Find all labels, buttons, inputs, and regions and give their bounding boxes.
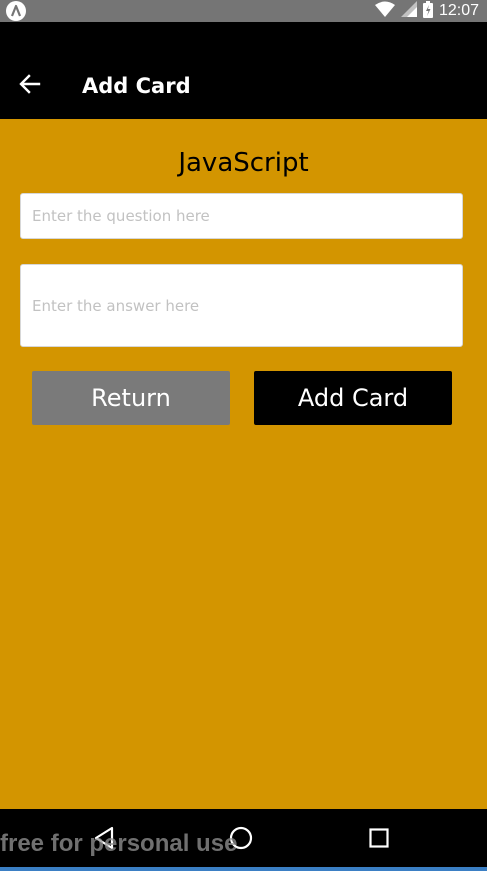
app-bar: Add Card <box>0 22 487 119</box>
return-button-label: Return <box>91 384 171 412</box>
wifi-icon <box>374 1 395 21</box>
watermark: free for personal use <box>0 830 238 857</box>
nav-recents-button[interactable] <box>363 824 395 856</box>
bottom-divider <box>0 867 487 871</box>
add-card-button-label: Add Card <box>297 384 409 412</box>
screen: 12:07 Add Card JavaScript Return Add Car… <box>0 0 487 871</box>
status-bar: 12:07 <box>0 0 487 22</box>
return-button[interactable]: Return <box>32 371 230 425</box>
add-card-button[interactable]: Add Card <box>254 371 452 425</box>
arrow-left-icon <box>19 74 41 98</box>
app-notification-icon <box>6 1 26 21</box>
answer-input[interactable] <box>20 264 463 347</box>
content-area: JavaScript Return Add Card <box>0 119 487 809</box>
question-input[interactable] <box>20 193 463 239</box>
deck-title: JavaScript <box>178 148 309 178</box>
status-icons: 12:07 <box>374 0 479 22</box>
back-button[interactable] <box>10 70 50 102</box>
signal-icon <box>400 1 417 21</box>
page-title: Add Card <box>82 74 191 98</box>
battery-icon <box>422 0 433 22</box>
nav-recents-icon <box>368 827 390 853</box>
status-time: 12:07 <box>438 2 479 19</box>
